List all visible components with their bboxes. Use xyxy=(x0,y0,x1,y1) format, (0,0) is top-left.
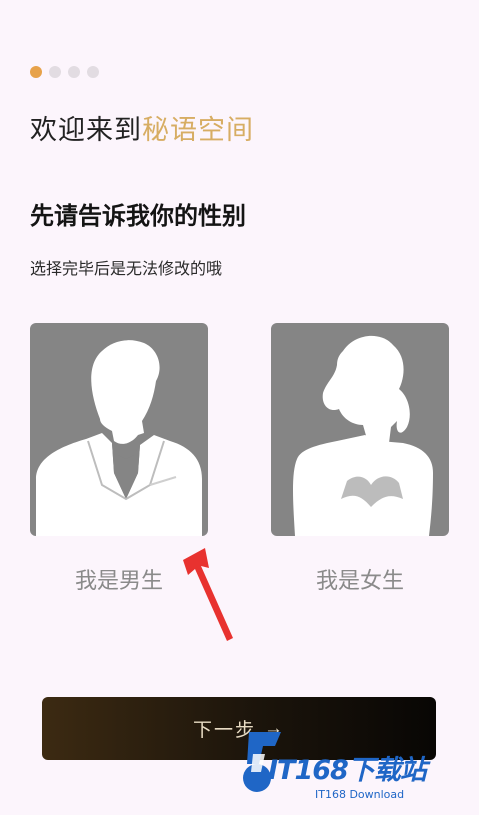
male-silhouette-icon xyxy=(36,340,202,536)
watermark-subtext: IT168 Download xyxy=(315,788,405,801)
progress-dot xyxy=(49,66,61,78)
progress-dot xyxy=(68,66,80,78)
welcome-prefix: 欢迎来到 xyxy=(30,115,142,146)
app-brand-name: 秘语空间 xyxy=(142,115,254,146)
female-option-card[interactable] xyxy=(271,323,449,536)
female-silhouette-icon xyxy=(293,335,433,536)
arrow-right-icon: → xyxy=(264,717,285,739)
female-option-label[interactable]: 我是女生 xyxy=(271,563,449,595)
progress-dot-active xyxy=(30,66,42,78)
page-subheading: 选择完毕后是无法修改的哦 xyxy=(30,259,223,278)
page-heading: 先请告诉我你的性别 xyxy=(30,202,246,230)
male-option-card[interactable] xyxy=(30,323,208,536)
welcome-title: 欢迎来到秘语空间 xyxy=(30,108,254,147)
next-step-label: 下一步 xyxy=(192,720,256,741)
progress-dots xyxy=(30,66,99,78)
progress-dot xyxy=(87,66,99,78)
male-option-label[interactable]: 我是男生 xyxy=(30,563,208,595)
next-step-button[interactable]: 下一步 → xyxy=(42,697,436,760)
